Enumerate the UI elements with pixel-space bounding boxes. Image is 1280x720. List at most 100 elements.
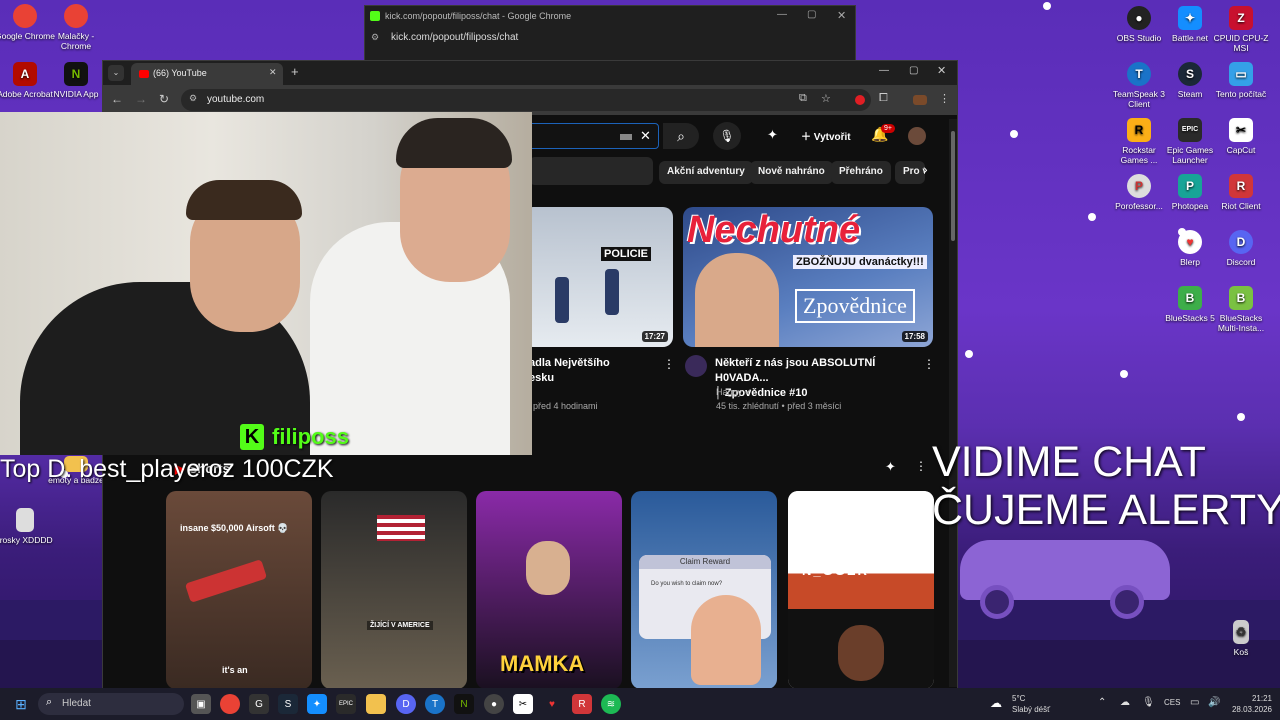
taskbar-discord-icon[interactable]: D (396, 694, 416, 714)
video-thumbnail-2[interactable]: Nechutné ZBOŽŇUJU dvanáctky!!! Zpovědnic… (683, 207, 933, 347)
tab-youtube[interactable]: (66) YouTube ✕ (131, 63, 283, 85)
short-2[interactable]: ŽIJÍCÍ V AMERICE (321, 491, 467, 689)
short-2-caption: ŽIJÍCÍ V AMERICE (367, 621, 433, 630)
taskbar-obs-icon[interactable]: ● (484, 694, 504, 714)
taskbar-epic-icon[interactable]: EPIC (336, 694, 356, 714)
weather-widget[interactable]: 5°C Slabý déšť (1012, 693, 1050, 715)
snowflake (1120, 370, 1128, 378)
windows-start-icon[interactable]: ⊞ (11, 694, 31, 714)
site-settings-icon[interactable]: ⚙ (189, 93, 197, 104)
install-app-icon[interactable]: ⧉ (799, 92, 807, 105)
snowflake (1237, 413, 1245, 421)
shorts-sparkle-icon[interactable]: ✦ (885, 459, 896, 475)
window-close[interactable]: ✕ (937, 64, 946, 77)
capcut-icon: ✂ (1229, 118, 1253, 142)
chips-next-arrow-icon[interactable]: › (923, 161, 928, 177)
desktop-icon-this-pc[interactable]: ▭ Tento počítač (1210, 62, 1272, 99)
chip-action-adventure[interactable]: Akční adventury (659, 161, 753, 184)
kick-window-minimize[interactable]: — (777, 9, 787, 20)
taskbar-steam-icon[interactable]: S (278, 694, 298, 714)
youtube-avatar[interactable] (908, 127, 926, 145)
youtube-create-sparkle-icon[interactable]: ✦ (767, 127, 778, 143)
video-channel-2[interactable]: Haggy ✔ (716, 387, 752, 398)
kick-logo-icon: K (240, 424, 264, 450)
forward-arrow-icon[interactable]: → (135, 92, 147, 106)
taskbar-capcut-icon[interactable]: ✂ (513, 694, 533, 714)
kick-window-close[interactable]: ✕ (837, 9, 846, 22)
taskbar-nvidia-icon[interactable]: N (454, 694, 474, 714)
video-menu-icon-1[interactable]: ⋮ (663, 357, 675, 371)
scrollbar-thumb[interactable] (951, 131, 955, 241)
chrome-icon (13, 4, 37, 28)
extension-icon[interactable] (855, 95, 865, 105)
desktop-icon-cpuz[interactable]: Z CPUID CPU-Z MSI (1210, 6, 1272, 53)
new-tab-button[interactable]: + (291, 64, 299, 79)
language-indicator[interactable]: CES (1164, 698, 1180, 707)
tray-expand-icon[interactable]: ⌃ (1098, 697, 1106, 708)
task-view-icon[interactable]: ▣ (191, 694, 211, 714)
taskbar-blerp-icon[interactable]: ♥ (542, 694, 562, 714)
site-info-icon[interactable]: ⚙ (371, 32, 379, 43)
window-maximize[interactable]: ▢ (909, 65, 918, 76)
tab-close-icon[interactable]: ✕ (269, 67, 277, 78)
kick-window-maximize[interactable]: ▢ (807, 9, 816, 20)
back-arrow-icon[interactable]: ← (111, 92, 123, 106)
desktop-icon-bluestacks-multi[interactable]: B BlueStacks Multi-Insta... (1210, 286, 1272, 333)
chip-watched[interactable]: Přehráno (831, 161, 891, 184)
extensions-puzzle-icon[interactable]: ⧠ (879, 92, 888, 105)
chip-all[interactable] (529, 157, 653, 185)
page-scrollbar[interactable] (949, 119, 957, 687)
video-title-1[interactable]: adla Největšího esku (529, 356, 610, 386)
desktop-icon-recycle-bin[interactable]: ♻ Koš (1210, 620, 1272, 657)
address-bar[interactable]: ⚙ youtube.com ⧉ ☆ (181, 89, 871, 111)
tray-mic-icon[interactable]: 🎙 (1142, 697, 1155, 708)
chip-recently-uploaded[interactable]: Nově nahráno (750, 161, 833, 184)
short-3[interactable]: MAMKA (476, 491, 622, 689)
weather-icon[interactable]: ☁ (990, 696, 1002, 710)
clear-search-icon[interactable]: ✕ (640, 128, 651, 144)
volume-icon[interactable]: 🔊 (1208, 697, 1220, 708)
chip-for-you[interactable]: Pro v (895, 161, 925, 184)
desktop-icon-discord[interactable]: D Discord (1210, 230, 1272, 267)
channel-avatar-haggy[interactable] (685, 355, 707, 377)
voice-search-icon[interactable]: 🎙 (713, 122, 741, 150)
desktop-icon-nvidia[interactable]: N NVIDIA App (45, 62, 107, 99)
short-1[interactable]: insane $50,000 Airsoft 💀 it's an (166, 491, 312, 689)
profile-avatar[interactable] (913, 95, 927, 105)
top-donor-text: Top D. best_playeroz 100CZK (0, 455, 334, 483)
search-button[interactable]: ⌕ (663, 123, 699, 149)
chrome-menu-icon[interactable]: ⋮ (939, 92, 950, 105)
network-icon[interactable]: ▭ (1190, 697, 1199, 708)
short-5[interactable]: N_GGER (788, 491, 934, 689)
overlay-alerts-text: ČUJEME ALERTY (932, 486, 1280, 534)
desktop-icon-riot[interactable]: R Riot Client (1210, 174, 1272, 211)
taskbar-explorer-icon[interactable] (366, 694, 386, 714)
desktop-icon-image[interactable]: trosky XDDDD (0, 508, 56, 545)
short-4[interactable]: Claim Reward Do you wish to claim now? (631, 491, 777, 689)
video-thumbnail-1[interactable]: POLICIE 17:27 (523, 207, 673, 347)
taskbar-teamspeak-icon[interactable]: T (425, 694, 445, 714)
reload-icon[interactable]: ↻ (159, 92, 169, 106)
create-button[interactable]: ＋ Vytvořit (795, 125, 857, 147)
tab-search-button[interactable]: ⌄ (108, 65, 124, 81)
kick-chat-window[interactable]: kick.com/popout/filiposs/chat - Google C… (364, 5, 856, 65)
taskbar-app-icon[interactable]: G (249, 694, 269, 714)
clock[interactable]: 21:21 28.03.2026 (1228, 693, 1272, 715)
taskbar-battlenet-icon[interactable]: ✦ (307, 694, 327, 714)
desktop-icon-chrome-profile[interactable]: Malačky - Chrome (45, 4, 107, 51)
shorts-menu-icon[interactable]: ⋮ (915, 459, 927, 473)
keyboard-icon[interactable] (620, 134, 632, 140)
short-1-top-text: insane $50,000 Airsoft 💀 (180, 523, 289, 533)
short-3-caption: MAMKA (500, 651, 585, 676)
taskbar-search-box[interactable]: ⌕ Hledat (38, 693, 184, 715)
desktop-icon-capcut[interactable]: ✂ CapCut (1210, 118, 1272, 155)
taskbar-riot-icon[interactable]: R (572, 694, 592, 714)
taskbar-chrome-icon[interactable] (220, 694, 240, 714)
taskbar-spotify-icon[interactable]: ≋ (601, 694, 621, 714)
tray-cloud-icon[interactable]: ☁ (1120, 697, 1130, 708)
youtube-search-input[interactable]: ✕ (529, 123, 659, 149)
bookmark-star-icon[interactable]: ☆ (821, 92, 831, 105)
window-minimize[interactable]: — (879, 65, 889, 76)
video-menu-icon-2[interactable]: ⋮ (923, 357, 935, 371)
snowflake (1043, 2, 1051, 10)
